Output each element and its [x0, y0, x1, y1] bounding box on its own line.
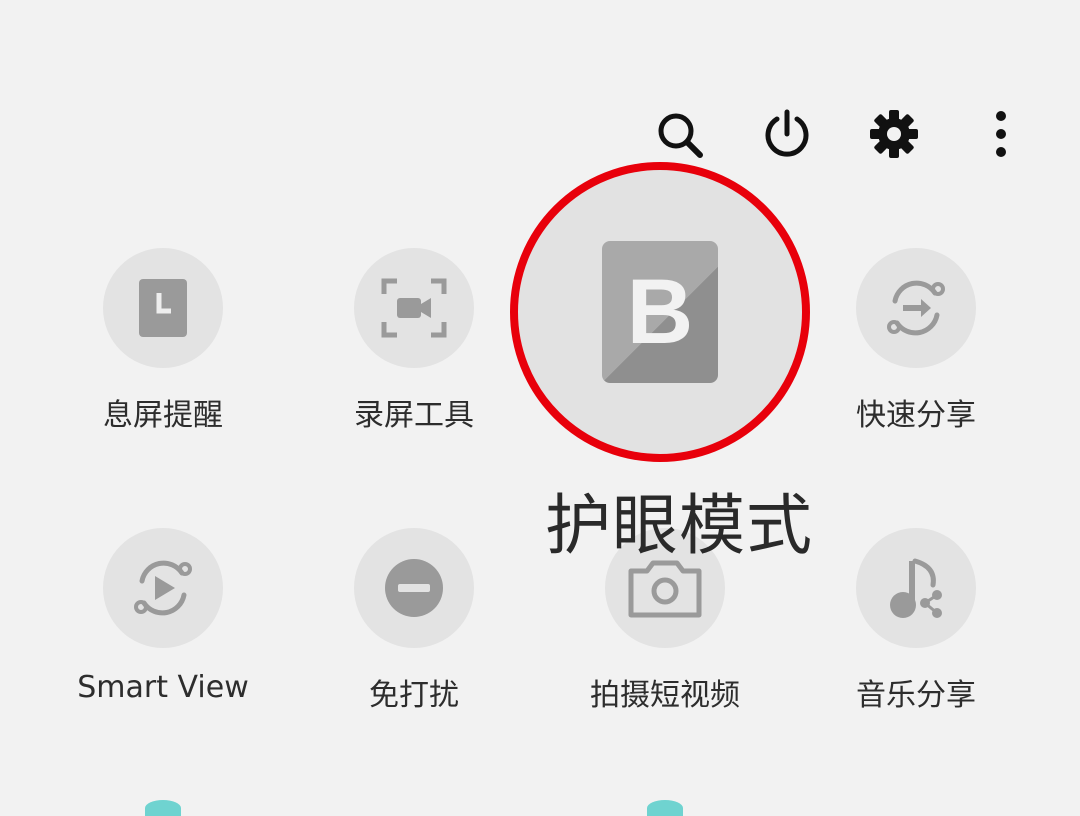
tile-do-not-disturb[interactable]: 免打扰	[304, 528, 524, 748]
tile-label: 息屏提醒	[103, 398, 223, 433]
tile-label: Smart View	[77, 670, 249, 705]
tile-label: 录屏工具	[354, 398, 474, 433]
eye-comfort-glyph: B	[626, 261, 694, 363]
next-row-peek	[145, 800, 181, 816]
tile-aod-reminder[interactable]: 息屏提醒	[53, 248, 273, 468]
tile-circle	[856, 248, 976, 368]
gear-icon[interactable]	[865, 105, 923, 163]
tile-circle	[103, 528, 223, 648]
aod-clock-icon	[139, 279, 187, 337]
next-row-peek	[647, 800, 683, 816]
search-icon[interactable]	[650, 105, 708, 163]
tile-screen-recorder[interactable]: 录屏工具	[304, 248, 524, 468]
tile-label: 拍摄短视频	[590, 678, 740, 713]
gear-icon-glyph	[870, 110, 918, 158]
tile-smart-view[interactable]: Smart View	[53, 528, 273, 748]
tile-label: 音乐分享	[856, 678, 976, 713]
tile-circle	[354, 528, 474, 648]
tile-circle	[354, 248, 474, 368]
screen-recorder-icon	[381, 278, 447, 338]
eye-comfort-icon: B	[602, 241, 718, 383]
power-icon[interactable]	[758, 105, 816, 163]
tile-label: 免打扰	[369, 678, 459, 713]
tile-circle	[103, 248, 223, 368]
more-vert-icon-glyph	[996, 111, 1006, 157]
search-icon-glyph	[658, 113, 703, 158]
smart-view-icon	[134, 560, 192, 616]
music-share-icon	[890, 558, 942, 618]
tile-quick-share[interactable]: 快速分享	[806, 248, 1026, 468]
more-vert-icon[interactable]	[972, 105, 1030, 163]
zoomed-tile-eye-comfort[interactable]: B	[510, 162, 810, 462]
zoomed-tile-label: 护眼模式	[545, 487, 813, 564]
tile-label: 快速分享	[856, 398, 976, 433]
quick-share-icon	[887, 280, 945, 336]
power-icon-glyph	[765, 109, 809, 157]
do-not-disturb-icon	[385, 559, 443, 617]
